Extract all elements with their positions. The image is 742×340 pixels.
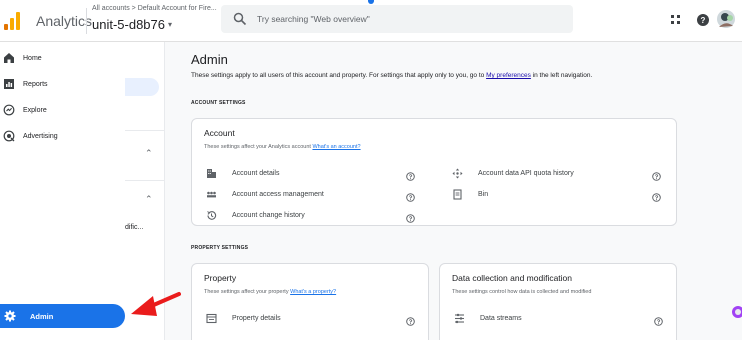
whats-an-account-link[interactable]: What's an account? xyxy=(312,144,360,150)
data-collection-card: Data collection and modification These s… xyxy=(439,263,677,340)
reports-icon xyxy=(3,78,15,90)
nav-label-reports: Reports xyxy=(23,80,48,88)
property-card-title: Property xyxy=(204,273,237,283)
admin-main-content: Admin These settings apply to all users … xyxy=(165,42,742,340)
bin-label: Bin xyxy=(478,190,489,198)
annotation-arrow-icon xyxy=(129,288,181,322)
bin-row[interactable]: Bin xyxy=(452,186,488,202)
account-details-label: Account details xyxy=(232,169,280,177)
data-streams-row[interactable]: Data streams xyxy=(454,310,522,326)
page-title: Admin xyxy=(191,52,228,67)
property-details-label: Property details xyxy=(232,314,281,322)
property-card-subtitle-text: These settings affect your property xyxy=(204,289,289,295)
nav-item-advertising[interactable]: Advertising xyxy=(0,126,58,146)
account-access-management-row[interactable]: Account access management xyxy=(206,186,324,202)
account-access-management-label: Account access management xyxy=(232,190,324,198)
nav-label-explore: Explore xyxy=(23,106,47,114)
data-card-title: Data collection and modification xyxy=(452,273,573,283)
property-details-row[interactable]: Property details xyxy=(206,310,281,326)
assistant-icon xyxy=(735,309,741,315)
apps-grid-icon[interactable] xyxy=(668,12,684,28)
bin-icon xyxy=(452,188,463,200)
nav-label-advertising: Advertising xyxy=(23,132,58,140)
property-details-icon xyxy=(206,313,217,324)
property-name: unit-5-d8b76 xyxy=(92,17,165,32)
avatar[interactable] xyxy=(716,9,736,29)
chevron-up-icon[interactable]: ⌃ xyxy=(145,148,153,159)
search-icon xyxy=(233,12,247,26)
left-navigation: Home Reports Explore Advertising Admin xyxy=(0,42,125,340)
nav-item-admin[interactable]: Admin xyxy=(0,304,125,328)
subnav-selected-item[interactable] xyxy=(125,78,159,96)
top-indicator xyxy=(368,0,374,4)
help-circle-icon[interactable] xyxy=(652,168,661,181)
property-selector[interactable]: unit-5-d8b76 ▾ xyxy=(92,17,172,32)
search-bar[interactable] xyxy=(221,5,573,33)
nav-label-admin: Admin xyxy=(30,311,54,321)
account-data-api-quota-history-row[interactable]: Account data API quota history xyxy=(452,165,574,181)
whats-a-property-link[interactable]: What's a property? xyxy=(290,289,336,295)
account-card-subtitle-text: These settings affect your Analytics acc… xyxy=(204,144,311,150)
account-card-subtitle: These settings affect your Analytics acc… xyxy=(204,144,361,150)
app-name: Analytics xyxy=(36,13,93,29)
assistant-fab[interactable] xyxy=(732,306,742,318)
page-description: These settings apply to all users of thi… xyxy=(191,72,592,79)
account-details-row[interactable]: Account details xyxy=(206,165,279,181)
move-arrows-icon xyxy=(452,168,463,179)
account-data-api-quota-history-label: Account data API quota history xyxy=(478,169,574,177)
property-settings-card: Property These settings affect your prop… xyxy=(191,263,429,340)
data-streams-icon xyxy=(454,313,465,324)
my-preferences-link[interactable]: My preferences xyxy=(486,72,531,79)
description-suffix: in the left navigation. xyxy=(532,72,593,79)
account-breadcrumb[interactable]: All accounts > Default Account for Fire.… xyxy=(92,5,217,12)
building-icon xyxy=(206,168,217,179)
nav-item-reports[interactable]: Reports xyxy=(0,74,48,94)
explore-icon xyxy=(3,104,15,116)
help-circle-icon[interactable] xyxy=(654,313,663,326)
property-card-subtitle: These settings affect your property What… xyxy=(204,289,336,295)
nav-label-home: Home xyxy=(23,54,42,62)
help-circle-icon[interactable] xyxy=(652,189,661,202)
nav-item-home[interactable]: Home xyxy=(0,48,42,68)
people-icon xyxy=(206,189,217,200)
help-circle-icon[interactable] xyxy=(406,210,415,223)
nav-item-explore[interactable]: Explore xyxy=(0,100,47,120)
gear-icon xyxy=(4,310,16,322)
search-input[interactable] xyxy=(257,14,557,24)
subnav-item-truncated[interactable]: dific... xyxy=(125,224,143,231)
account-change-history-label: Account change history xyxy=(232,211,305,219)
help-circle-icon[interactable] xyxy=(406,189,415,202)
svg-text:?: ? xyxy=(701,16,706,25)
analytics-logo-icon[interactable] xyxy=(4,10,22,30)
help-circle-icon[interactable] xyxy=(406,313,415,326)
subnav-divider xyxy=(125,180,164,181)
home-icon xyxy=(3,52,15,64)
help-icon[interactable]: ? xyxy=(695,12,711,28)
chevron-down-icon: ▾ xyxy=(168,20,173,29)
top-app-bar: Analytics All accounts > Default Account… xyxy=(0,0,742,42)
data-card-subtitle: These settings control how data is colle… xyxy=(452,289,592,295)
account-card-title: Account xyxy=(204,128,235,138)
subnav-divider xyxy=(125,130,164,131)
topbar-divider xyxy=(86,8,87,34)
account-settings-card: Account These settings affect your Analy… xyxy=(191,118,677,226)
account-change-history-row[interactable]: Account change history xyxy=(206,207,305,223)
chevron-up-icon[interactable]: ⌃ xyxy=(145,194,153,205)
history-icon xyxy=(206,210,217,221)
data-streams-label: Data streams xyxy=(480,314,522,322)
advertising-icon xyxy=(3,130,15,142)
description-prefix: These settings apply to all users of thi… xyxy=(191,72,485,79)
account-settings-label: ACCOUNT SETTINGS xyxy=(191,100,246,106)
property-settings-label: PROPERTY SETTINGS xyxy=(191,245,249,251)
help-circle-icon[interactable] xyxy=(406,168,415,181)
